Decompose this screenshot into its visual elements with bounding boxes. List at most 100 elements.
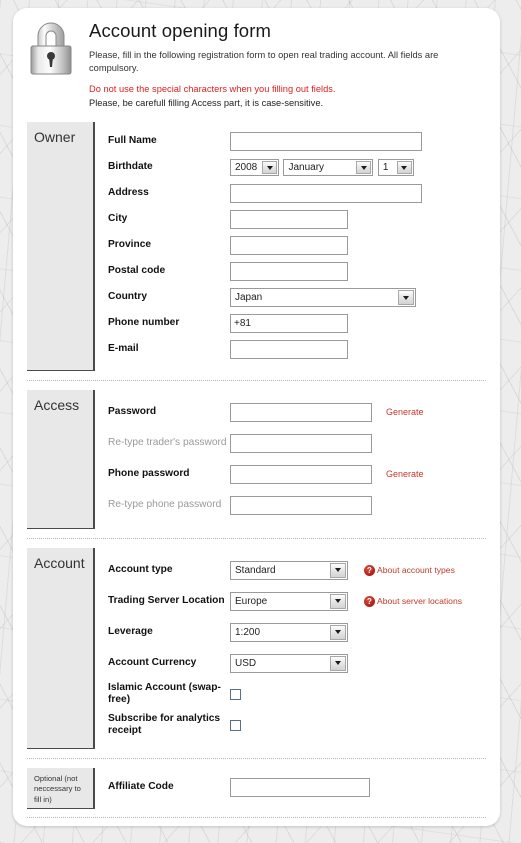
label-email: E-mail	[108, 343, 139, 355]
chevron-down-icon	[356, 161, 372, 174]
section-divider	[27, 538, 486, 539]
field-row-password: Password Generate	[108, 397, 486, 427]
retype-password-input[interactable]	[230, 433, 372, 453]
warning-special-characters: Do not use the special characters when y…	[89, 84, 336, 95]
birthdate-year-value: 2008	[235, 162, 258, 173]
field-row-birthdate: Birthdate 2008 January 1	[108, 155, 486, 180]
subscribe-analytics-checkbox[interactable]	[230, 719, 241, 731]
retype-phone-password-input[interactable]	[230, 495, 372, 515]
section-label-owner: Owner	[27, 122, 95, 371]
field-row-phone-number: Phone number	[108, 311, 486, 336]
country-select[interactable]: Japan	[230, 288, 416, 307]
label-subscribe-analytics: Subscribe for analytics receipt	[108, 712, 221, 736]
birthdate-day-select[interactable]: 1	[377, 159, 414, 176]
birthdate-year-select[interactable]: 2008	[230, 159, 279, 176]
section-access: Access Password Generate Re-type trader'…	[27, 390, 486, 529]
about-server-locations-link[interactable]: ? About server locations	[364, 595, 463, 607]
field-row-retype-phone-password: Re-type phone password	[108, 490, 486, 520]
label-postal-code: Postal code	[108, 265, 166, 277]
label-phone-password: Phone password	[108, 467, 190, 479]
field-row-currency: Account Currency USD	[108, 648, 486, 678]
chevron-down-icon	[330, 562, 346, 578]
field-row-address: Address	[108, 181, 486, 206]
about-account-types-link[interactable]: ? About account types	[364, 564, 455, 576]
label-full-name: Full Name	[108, 135, 157, 147]
phone-password-input[interactable]	[230, 464, 372, 484]
section-divider	[27, 380, 486, 381]
owner-fields: Full Name Birthdate 2008 January 1 Addre…	[95, 122, 486, 371]
affiliate-code-input[interactable]	[230, 778, 370, 797]
field-row-email: E-mail	[108, 337, 486, 362]
label-birthdate: Birthdate	[108, 161, 153, 173]
section-optional: Optional (not neccessary to fill in) Aff…	[27, 768, 486, 809]
birthdate-day-value: 1	[382, 162, 389, 173]
section-divider	[27, 758, 486, 759]
label-account-currency: Account Currency	[108, 656, 197, 668]
phone-number-input[interactable]	[230, 314, 348, 333]
section-label-account: Account	[27, 548, 95, 749]
leverage-value: 1:200	[235, 626, 261, 638]
label-address: Address	[108, 187, 149, 199]
label-country: Country	[108, 291, 148, 303]
section-label-access: Access	[27, 390, 95, 529]
section-label-optional: Optional (not neccessary to fill in)	[27, 768, 95, 809]
chevron-down-icon	[330, 593, 346, 609]
field-row-analytics: Subscribe for analytics receipt	[108, 710, 486, 740]
lock-icon	[30, 22, 72, 75]
generate-password-link[interactable]: Generate	[386, 407, 424, 417]
label-city: City	[108, 213, 128, 225]
label-islamic-account: Islamic Account (swap-free)	[108, 681, 221, 705]
form-header: Account opening form Please, fill in the…	[13, 8, 500, 122]
field-row-province: Province	[108, 233, 486, 258]
label-retype-password: Re-type trader's password	[108, 436, 227, 448]
password-input[interactable]	[230, 402, 372, 422]
email-input[interactable]	[230, 340, 348, 359]
field-row-retype-password: Re-type trader's password	[108, 428, 486, 458]
field-row-account-type: Account type Standard ? About account ty…	[108, 555, 486, 585]
optional-fields: Affiliate Code	[95, 768, 486, 809]
label-phone-number: Phone number	[108, 317, 180, 329]
form-intro-note: Please, fill in the following registrati…	[89, 50, 439, 73]
field-row-full-name: Full Name	[108, 129, 486, 154]
birthdate-month-select[interactable]: January	[283, 159, 374, 176]
address-input[interactable]	[230, 184, 422, 203]
account-form-card: Account opening form Please, fill in the…	[13, 8, 500, 826]
account-type-value: Standard	[235, 564, 276, 576]
chevron-down-icon	[398, 290, 414, 305]
field-row-leverage: Leverage 1:200	[108, 617, 486, 647]
access-fields: Password Generate Re-type trader's passw…	[95, 390, 486, 529]
about-account-types-label: About account types	[377, 565, 455, 575]
account-currency-select[interactable]: USD	[230, 653, 348, 673]
full-name-input[interactable]	[230, 132, 422, 151]
leverage-select[interactable]: 1:200	[230, 622, 348, 642]
islamic-account-checkbox[interactable]	[230, 688, 241, 700]
help-icon: ?	[364, 595, 375, 607]
field-row-city: City	[108, 207, 486, 232]
chevron-down-icon	[330, 655, 346, 671]
chevron-down-icon	[330, 624, 346, 640]
chevron-down-icon	[396, 161, 412, 174]
city-input[interactable]	[230, 210, 348, 229]
account-fields: Account type Standard ? About account ty…	[95, 548, 486, 749]
postal-code-input[interactable]	[230, 262, 348, 281]
chevron-down-icon	[262, 161, 277, 174]
field-row-server-location: Trading Server Location Europe ? About s…	[108, 586, 486, 616]
label-account-type: Account type	[108, 563, 173, 575]
section-owner: Owner Full Name Birthdate 2008 January 1…	[27, 122, 486, 371]
server-location-value: Europe	[235, 595, 268, 607]
section-account: Account Account type Standard ? About ac…	[27, 548, 486, 749]
field-row-country: Country Japan	[108, 285, 486, 310]
account-type-select[interactable]: Standard	[230, 560, 348, 580]
server-location-select[interactable]: Europe	[230, 591, 348, 611]
account-currency-value: USD	[235, 657, 257, 669]
about-server-locations-label: About server locations	[377, 596, 463, 606]
field-row-affiliate-code: Affiliate Code	[108, 775, 486, 800]
province-input[interactable]	[230, 236, 348, 255]
country-value: Japan	[235, 292, 263, 303]
help-icon: ?	[364, 564, 375, 576]
label-affiliate-code: Affiliate Code	[108, 781, 174, 793]
warning-case-sensitive: Please, be carefull filling Access part,…	[89, 97, 324, 108]
label-server-location: Trading Server Location	[108, 594, 225, 606]
generate-phone-password-link[interactable]: Generate	[386, 469, 424, 479]
field-row-phone-password: Phone password Generate	[108, 459, 486, 489]
